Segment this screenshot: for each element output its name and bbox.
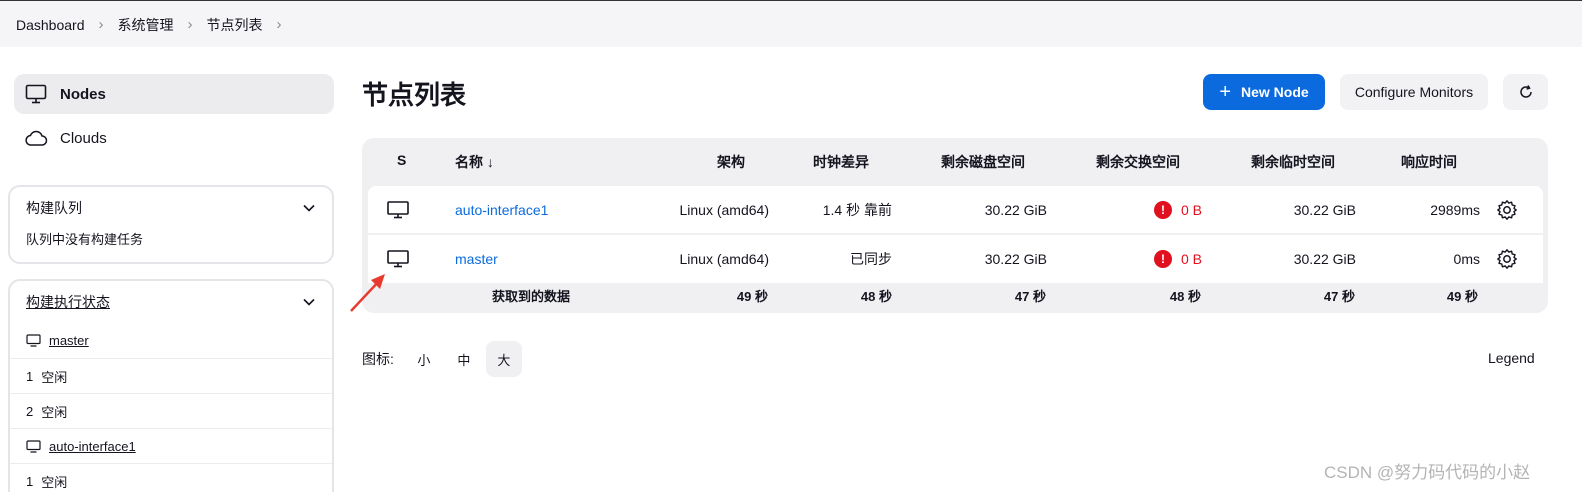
error-icon: ! [1153, 250, 1172, 268]
column-header-arch[interactable]: 架构 [717, 152, 745, 172]
computer-icon [26, 439, 41, 453]
build-queue-pane: 构建队列 队列中没有构建任务 [8, 185, 334, 264]
gear-icon[interactable] [1496, 186, 1520, 233]
column-header-swap[interactable]: 剩余交换空间 [1096, 152, 1180, 172]
icon-size-small[interactable]: 小 [406, 341, 442, 377]
plus-icon: + [1219, 81, 1231, 103]
executor-number: 1 [26, 368, 34, 384]
footer-arch: 49 秒 [736, 289, 768, 304]
computer-icon [387, 235, 411, 283]
new-node-label: New Node [1241, 84, 1309, 100]
node-response: 0ms [1453, 251, 1480, 267]
error-icon: ! [1153, 200, 1172, 219]
table-row: auto-interface1 Linux (amd64) 1.4 秒 靠前 3… [368, 186, 1543, 233]
legend-link[interactable]: Legend [1488, 350, 1535, 366]
column-header-status: S [397, 152, 407, 168]
footer-clock: 48 秒 [860, 289, 892, 304]
breadcrumb-dashboard[interactable]: Dashboard [16, 17, 85, 33]
breadcrumb-system-management[interactable]: 系统管理 [118, 15, 174, 35]
node-temp: 30.22 GiB [1293, 201, 1356, 218]
build-queue-empty-text: 队列中没有构建任务 [26, 232, 144, 247]
footer-response: 49 秒 [1446, 289, 1478, 304]
sidebar-item-label: Clouds [60, 129, 107, 147]
footer-temp: 47 秒 [1323, 289, 1355, 304]
executor-state: 空闲 [41, 404, 68, 420]
executor-number: 1 [26, 473, 34, 489]
top-bar: Dashboard › 系统管理 › 节点列表 › [0, 0, 1582, 47]
nodes-table: S 名称 ↓ 架构 时钟差异 剩余磁盘空间 剩余交换空间 剩余临时空间 响应时间… [362, 138, 1548, 313]
cloud-icon [24, 126, 48, 150]
column-header-clock[interactable]: 时钟差异 [813, 152, 869, 172]
node-swap-value: 0 B [1180, 251, 1202, 267]
node-swap: ! 0 B [1088, 235, 1202, 283]
refresh-button[interactable] [1503, 74, 1548, 110]
refresh-icon [1519, 85, 1532, 98]
configure-monitors-label: Configure Monitors [1354, 84, 1474, 100]
computer-icon [24, 82, 48, 106]
node-response: 2989ms [1430, 201, 1480, 218]
computer-icon [26, 334, 41, 347]
node-disk: 30.22 GiB [984, 201, 1047, 218]
column-header-name[interactable]: 名称 ↓ [455, 152, 494, 172]
node-arch: Linux (amd64) [679, 251, 770, 267]
build-queue-header[interactable]: 构建队列 [10, 187, 332, 229]
node-clock: 已同步 [850, 251, 892, 267]
footer-swap: 48 秒 [1169, 289, 1201, 304]
executor-state: 空闲 [41, 369, 68, 385]
node-swap-value: 0 B [1180, 201, 1202, 218]
column-header-disk[interactable]: 剩余磁盘空间 [941, 152, 1025, 172]
node-swap: ! 0 B [1088, 186, 1202, 233]
table-footer-row: 获取到的数据 49 秒 48 秒 47 秒 48 秒 47 秒 49 秒 [368, 283, 1543, 308]
executor-row: 1 空闲 [10, 358, 332, 393]
node-disk: 30.22 GiB [984, 251, 1047, 267]
chevron-right-icon[interactable]: › [99, 16, 104, 33]
node-name-link[interactable]: master [455, 235, 498, 283]
new-node-button[interactable]: + New Node [1203, 74, 1325, 110]
icon-size-medium[interactable]: 中 [446, 341, 482, 377]
breadcrumb-node-list[interactable]: 节点列表 [207, 15, 263, 35]
executor-node-agent: auto-interface1 [10, 428, 332, 463]
chevron-down-icon[interactable] [302, 295, 316, 309]
sidebar-item-label: Nodes [60, 85, 106, 103]
executor-status-pane: 构建执行状态 master 1 空闲 2 空闲 auto-interface1 … [8, 279, 334, 492]
executor-status-header[interactable]: 构建执行状态 [10, 281, 332, 323]
executor-status-title[interactable]: 构建执行状态 [26, 292, 110, 312]
executor-row: 2 空闲 [10, 393, 332, 428]
executor-state: 空闲 [41, 474, 68, 490]
annotation-arrow-icon [350, 274, 385, 312]
chevron-down-icon[interactable] [302, 201, 316, 215]
configure-monitors-button[interactable]: Configure Monitors [1340, 74, 1488, 110]
executor-node-link[interactable]: master [49, 333, 89, 348]
footer-disk: 47 秒 [1014, 289, 1046, 304]
footer-label: 获取到的数据 [491, 289, 570, 304]
node-temp: 30.22 GiB [1293, 251, 1356, 267]
gear-icon[interactable] [1496, 235, 1520, 283]
node-clock: 1.4 秒 靠前 [822, 201, 892, 218]
build-queue-title: 构建队列 [26, 200, 82, 216]
chevron-right-icon[interactable]: › [277, 16, 282, 33]
icon-size-selector: 图标: 小 中 大 [362, 341, 522, 377]
executor-node-master: master [10, 323, 332, 358]
executor-node-link[interactable]: auto-interface1 [49, 439, 136, 454]
chevron-right-icon[interactable]: › [188, 16, 193, 33]
computer-icon [387, 186, 411, 233]
watermark: CSDN @努力码代码的小赵 [1324, 463, 1531, 482]
breadcrumb: Dashboard › 系统管理 › 节点列表 › [16, 1, 296, 48]
executor-number: 2 [26, 403, 34, 419]
column-header-temp[interactable]: 剩余临时空间 [1251, 152, 1335, 172]
executor-row: 1 空闲 [10, 463, 332, 492]
node-arch: Linux (amd64) [679, 201, 770, 218]
column-header-response[interactable]: 响应时间 [1401, 152, 1457, 172]
page-title: 节点列表 [362, 80, 467, 110]
icon-size-label: 图标: [362, 351, 394, 367]
icon-size-large[interactable]: 大 [485, 341, 522, 377]
node-name-link[interactable]: auto-interface1 [455, 186, 548, 233]
table-row: master Linux (amd64) 已同步 30.22 GiB ! 0 B… [368, 235, 1543, 283]
sidebar-item-nodes[interactable]: Nodes [14, 74, 334, 114]
sidebar-item-clouds[interactable]: Clouds [14, 118, 334, 158]
